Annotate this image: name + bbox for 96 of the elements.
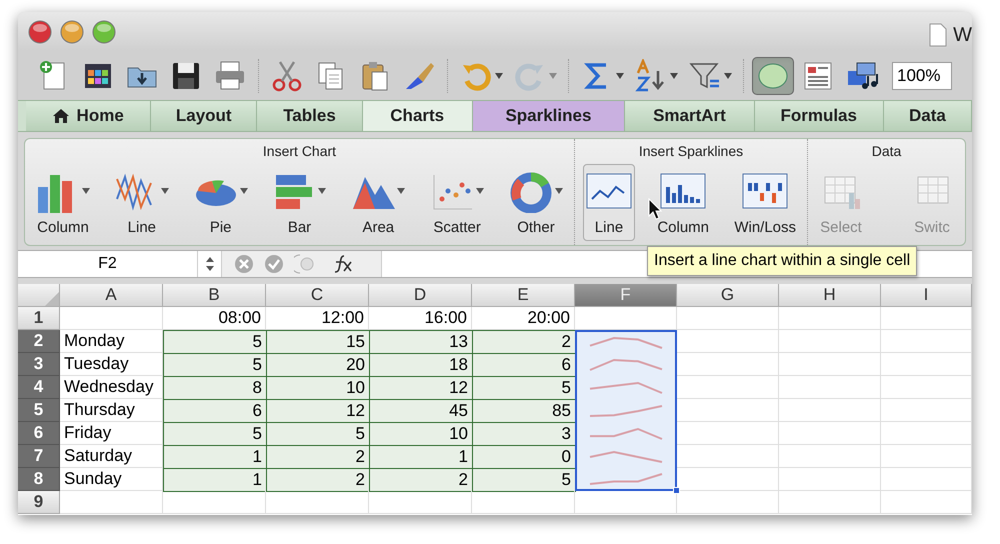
ribbon-tab[interactable]: Sparklines — [472, 101, 626, 131]
table-cell: 2 — [266, 445, 370, 469]
table-cell: 0 — [472, 445, 576, 469]
table-cell: 10 — [369, 422, 473, 446]
ribbon-button[interactable]: Column — [654, 164, 712, 240]
ribbon-button[interactable]: Area — [348, 164, 408, 240]
caret-icon — [554, 188, 563, 194]
column-sparkline-icon — [660, 173, 706, 209]
column-header[interactable]: C — [266, 284, 369, 307]
zoom-field[interactable]: 100% — [892, 62, 952, 90]
table-cell: 13 — [369, 330, 473, 354]
table-cell: 18 — [369, 353, 473, 377]
ribbon-tab[interactable]: Data — [884, 101, 972, 131]
line-sparkline-icon — [586, 173, 632, 209]
row-header[interactable]: 2 — [18, 330, 60, 353]
ribbon-button[interactable]: Scatter — [427, 164, 488, 240]
zoom-button[interactable] — [92, 20, 116, 44]
row-header[interactable]: 6 — [18, 422, 60, 445]
table-cell: 2 — [369, 468, 473, 492]
table-cell: 12 — [266, 399, 370, 423]
table-cell: 2 — [472, 330, 576, 354]
table-cell: 5 — [163, 330, 267, 354]
minimize-button[interactable] — [60, 20, 84, 44]
caret-icon — [724, 73, 732, 79]
table-cell: 20 — [266, 353, 370, 377]
close-button[interactable] — [28, 20, 52, 44]
column-header[interactable]: B — [163, 284, 266, 307]
scissors-icon — [270, 59, 304, 93]
window-title: W — [953, 23, 972, 48]
caret-icon — [318, 188, 326, 194]
group-title: Insert Chart — [262, 142, 336, 161]
stepper-icon[interactable] — [206, 257, 214, 271]
document-icon — [929, 23, 948, 47]
row-header[interactable]: 3 — [18, 353, 60, 376]
row-header[interactable]: 5 — [18, 399, 60, 422]
table-cell: 1 — [369, 445, 473, 469]
table-cell: 6 — [163, 399, 267, 423]
table-cell: 45 — [369, 399, 473, 423]
ribbon-button[interactable]: Column — [33, 164, 93, 240]
column-header[interactable]: G — [677, 284, 779, 307]
caret-icon — [240, 188, 248, 194]
group-title: Data — [872, 142, 902, 161]
tooltip: Insert a line chart within a single cell — [647, 246, 918, 276]
caret-icon — [495, 73, 503, 79]
ribbon-tab[interactable]: Home — [26, 101, 152, 131]
column-header[interactable]: E — [472, 284, 575, 307]
ribbon-button[interactable]: Other — [506, 164, 566, 240]
cursor-icon — [648, 198, 662, 220]
table-cell: 15 — [266, 330, 370, 354]
row-header[interactable]: 4 — [18, 376, 60, 399]
cancel-icon[interactable] — [234, 254, 254, 274]
ribbon-tab[interactable]: Tables — [257, 101, 363, 131]
table-cell: 1 — [163, 468, 267, 492]
fill-handle[interactable] — [673, 487, 680, 494]
ribbon-button[interactable]: Line — [582, 164, 635, 240]
ribbon-tab[interactable]: SmartArt — [625, 101, 755, 131]
table-cell: 5 — [472, 376, 576, 400]
column-header[interactable]: H — [779, 284, 881, 307]
row-header[interactable]: 1 — [18, 307, 60, 330]
table-cell: 5 — [266, 422, 370, 446]
table-cell: 12 — [369, 376, 473, 400]
ribbon-button[interactable]: Bar — [269, 164, 330, 240]
ribbon-tab[interactable]: Charts — [362, 101, 473, 131]
table-cell: 85 — [472, 399, 576, 423]
column-header[interactable]: D — [369, 284, 472, 307]
caret-icon — [616, 73, 624, 79]
caret-icon — [82, 188, 90, 194]
name-box[interactable]: F2 — [18, 251, 198, 277]
caret-icon — [397, 188, 406, 194]
ribbon-tab[interactable]: Formulas — [754, 101, 884, 131]
table-cell: 5 — [472, 468, 576, 492]
row-header[interactable]: 8 — [18, 468, 60, 491]
caret-icon — [549, 73, 557, 79]
table-cell: 1 — [163, 445, 267, 469]
caret-icon — [476, 188, 484, 194]
table-cell: 10 — [266, 376, 370, 400]
column-header[interactable]: A — [60, 284, 163, 307]
table-cell: 3 — [472, 422, 576, 446]
ribbon-button[interactable]: Line — [112, 164, 172, 240]
table-cell: 2 — [266, 468, 370, 492]
row-header[interactable]: 9 — [18, 491, 60, 514]
column-header[interactable]: I — [881, 284, 972, 307]
table-cell: 5 — [163, 353, 267, 377]
ribbon-tab[interactable]: Layout — [151, 101, 258, 131]
ribbon-button[interactable]: Win/Loss — [731, 164, 800, 240]
ribbon-button[interactable]: Pie — [190, 164, 251, 240]
table-cell: 5 — [163, 422, 267, 446]
caret-icon — [160, 188, 169, 194]
confirm-icon[interactable] — [264, 254, 284, 274]
caret-icon — [670, 73, 678, 79]
table-cell: 8 — [163, 376, 267, 400]
win-loss-icon — [742, 173, 788, 209]
home-icon — [52, 109, 69, 123]
group-title: Insert Sparklines — [638, 142, 744, 161]
row-header[interactable]: 7 — [18, 445, 60, 468]
table-cell: 6 — [472, 353, 576, 377]
